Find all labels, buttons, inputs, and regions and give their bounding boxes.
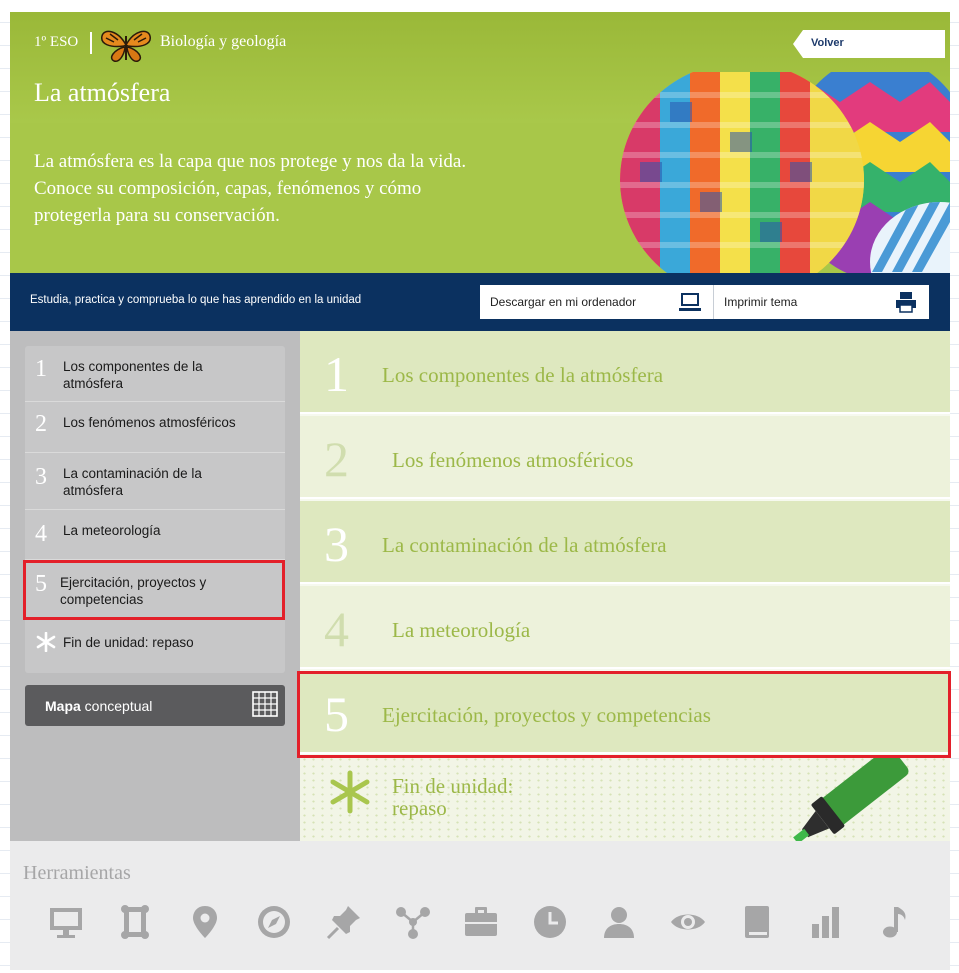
sidebar-item-3[interactable]: 3 La contaminación de la atmósfera bbox=[25, 453, 285, 510]
sidebar-item-number: 4 bbox=[35, 521, 47, 547]
unit-header: 1º ESO Biología y geología La atmósfera … bbox=[10, 12, 950, 273]
user-icon[interactable] bbox=[601, 904, 637, 940]
frame-icon[interactable] bbox=[117, 904, 153, 940]
sidebar-menu: 1 Los componentes de la atmósfera 2 Los … bbox=[25, 346, 285, 673]
action-buttons: Descargar en mi ordenador Imprimir tema bbox=[480, 285, 929, 319]
highlighter-marker-icon bbox=[793, 756, 909, 841]
print-label: Imprimir tema bbox=[724, 295, 798, 309]
bar-tagline: Estudia, practica y comprueba lo que has… bbox=[30, 294, 362, 306]
chapter-number: 2 bbox=[324, 431, 349, 487]
highlight-box-content bbox=[297, 671, 951, 758]
print-button[interactable]: Imprimir tema bbox=[714, 285, 929, 319]
download-button[interactable]: Descargar en mi ordenador bbox=[480, 285, 714, 319]
chapter-title: La meteorología bbox=[392, 618, 531, 642]
review-title-line2: repaso bbox=[392, 796, 447, 820]
sidebar-item-4[interactable]: 4 La meteorología bbox=[25, 510, 285, 560]
concept-map-bold: Mapa bbox=[45, 698, 81, 714]
butterfly-logo-icon bbox=[101, 30, 151, 63]
chapter-row-2[interactable]: 2 Los fenómenos atmosféricos bbox=[300, 416, 950, 499]
grade-label: 1º ESO bbox=[34, 34, 79, 50]
chapter-title: La contaminación de la atmósfera bbox=[382, 533, 667, 557]
share-nodes-icon[interactable] bbox=[395, 904, 431, 940]
chapter-row-1[interactable]: 1 Los componentes de la atmósfera bbox=[300, 331, 950, 414]
action-bar: Estudia, practica y comprueba lo que has… bbox=[10, 273, 950, 331]
asterisk-icon bbox=[36, 632, 56, 652]
concept-map-button[interactable]: Mapa conceptual bbox=[25, 685, 285, 726]
bar-chart-icon[interactable] bbox=[808, 904, 844, 940]
tools-panel: Herramientas bbox=[10, 841, 950, 970]
tools-title: Herramientas bbox=[23, 862, 131, 884]
chapter-title: Los fenómenos atmosféricos bbox=[392, 448, 634, 472]
hot-air-balloons-image bbox=[620, 72, 950, 273]
concept-map-label: conceptual bbox=[80, 698, 153, 714]
sidebar-item-label: Fin de unidad: repaso bbox=[63, 635, 194, 650]
sidebar-item-number: 2 bbox=[35, 411, 47, 437]
chapter-number: 4 bbox=[324, 601, 349, 657]
chapter-row-4[interactable]: 4 La meteorología bbox=[300, 586, 950, 669]
compass-icon[interactable] bbox=[256, 904, 292, 940]
clock-icon[interactable] bbox=[532, 904, 568, 940]
grid-icon bbox=[252, 691, 278, 717]
sidebar-item-1[interactable]: 1 Los componentes de la atmósfera bbox=[25, 346, 285, 402]
chapter-number: 1 bbox=[324, 346, 349, 402]
chapter-row-3[interactable]: 3 La contaminación de la atmósfera bbox=[300, 501, 950, 584]
chapter-list: 1 Los componentes de la atmósfera 2 Los … bbox=[300, 331, 950, 841]
download-label: Descargar en mi ordenador bbox=[490, 295, 637, 309]
header-separator bbox=[90, 32, 92, 54]
pushpin-icon[interactable] bbox=[326, 904, 362, 940]
eye-icon[interactable] bbox=[670, 904, 706, 940]
page-title: La atmósfera bbox=[34, 78, 171, 107]
monitor-icon[interactable] bbox=[48, 904, 84, 940]
sidebar-item-review[interactable]: Fin de unidad: repaso bbox=[25, 620, 285, 673]
chapter-number: 3 bbox=[324, 516, 349, 572]
music-note-icon[interactable] bbox=[877, 904, 913, 940]
subject-label: Biología y geología bbox=[160, 33, 287, 50]
back-button[interactable]: Volver bbox=[793, 30, 945, 58]
book-icon[interactable] bbox=[739, 904, 775, 940]
sidebar-item-number: 3 bbox=[35, 464, 47, 490]
highlight-box-sidebar bbox=[23, 560, 285, 620]
sidebar-item-label: La meteorología bbox=[63, 523, 161, 538]
printer-icon bbox=[896, 292, 916, 313]
page-frame: 1º ESO Biología y geología La atmósfera … bbox=[10, 12, 950, 970]
sidebar-item-2[interactable]: 2 Los fenómenos atmosféricos bbox=[25, 402, 285, 453]
asterisk-icon bbox=[330, 770, 370, 814]
chapter-title: Los componentes de la atmósfera bbox=[382, 363, 664, 387]
unit-description: La atmósfera es la capa que nos protege … bbox=[34, 151, 467, 226]
review-title-line1: Fin de unidad: bbox=[392, 774, 514, 798]
map-pin-icon[interactable] bbox=[187, 904, 223, 940]
back-button-label: Volver bbox=[811, 37, 844, 49]
sidebar-item-label: La contaminación de la atmósfera bbox=[63, 466, 202, 498]
sidebar-item-label: Los fenómenos atmosféricos bbox=[63, 415, 236, 430]
sidebar-item-label: Los componentes de la atmósfera bbox=[63, 359, 203, 391]
computer-icon bbox=[679, 293, 701, 311]
briefcase-icon[interactable] bbox=[463, 904, 499, 940]
sidebar-item-number: 1 bbox=[35, 356, 47, 382]
